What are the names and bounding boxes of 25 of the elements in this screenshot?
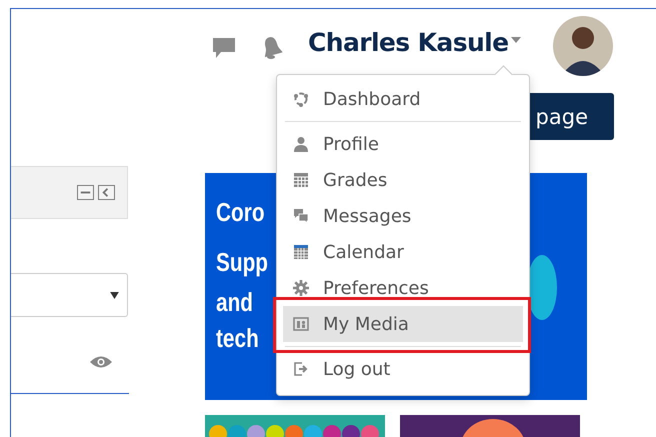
banner-text: and <box>216 287 253 318</box>
gear-icon <box>293 280 309 296</box>
dock-icon[interactable] <box>98 185 115 200</box>
chat-bubbles-icon <box>293 208 309 224</box>
menu-item[interactable]: Log out <box>283 351 523 387</box>
banner-text: Coro <box>216 197 265 228</box>
menu-item[interactable]: Preferences <box>283 270 523 306</box>
collapse-icon[interactable] <box>77 185 94 200</box>
menu-item[interactable]: My Media <box>283 306 523 342</box>
menu-item[interactable]: Calendar <box>283 234 523 270</box>
eye-icon[interactable] <box>89 355 113 369</box>
chat-icon[interactable] <box>212 37 236 59</box>
user-icon <box>293 136 309 152</box>
menu-item[interactable]: Grades <box>283 162 523 198</box>
calendar-icon <box>293 244 309 260</box>
caret-icon <box>510 36 520 42</box>
media-icon <box>293 316 309 332</box>
user-menu-toggle[interactable]: Charles Kasule <box>308 28 520 57</box>
menu-item[interactable]: Messages <box>283 198 523 234</box>
caret-icon <box>110 292 119 299</box>
table-icon <box>293 172 309 188</box>
banner-text: Supp <box>216 247 268 278</box>
banner-text: tech <box>216 323 259 354</box>
dashboard-icon <box>293 91 309 107</box>
logout-icon <box>293 361 309 377</box>
